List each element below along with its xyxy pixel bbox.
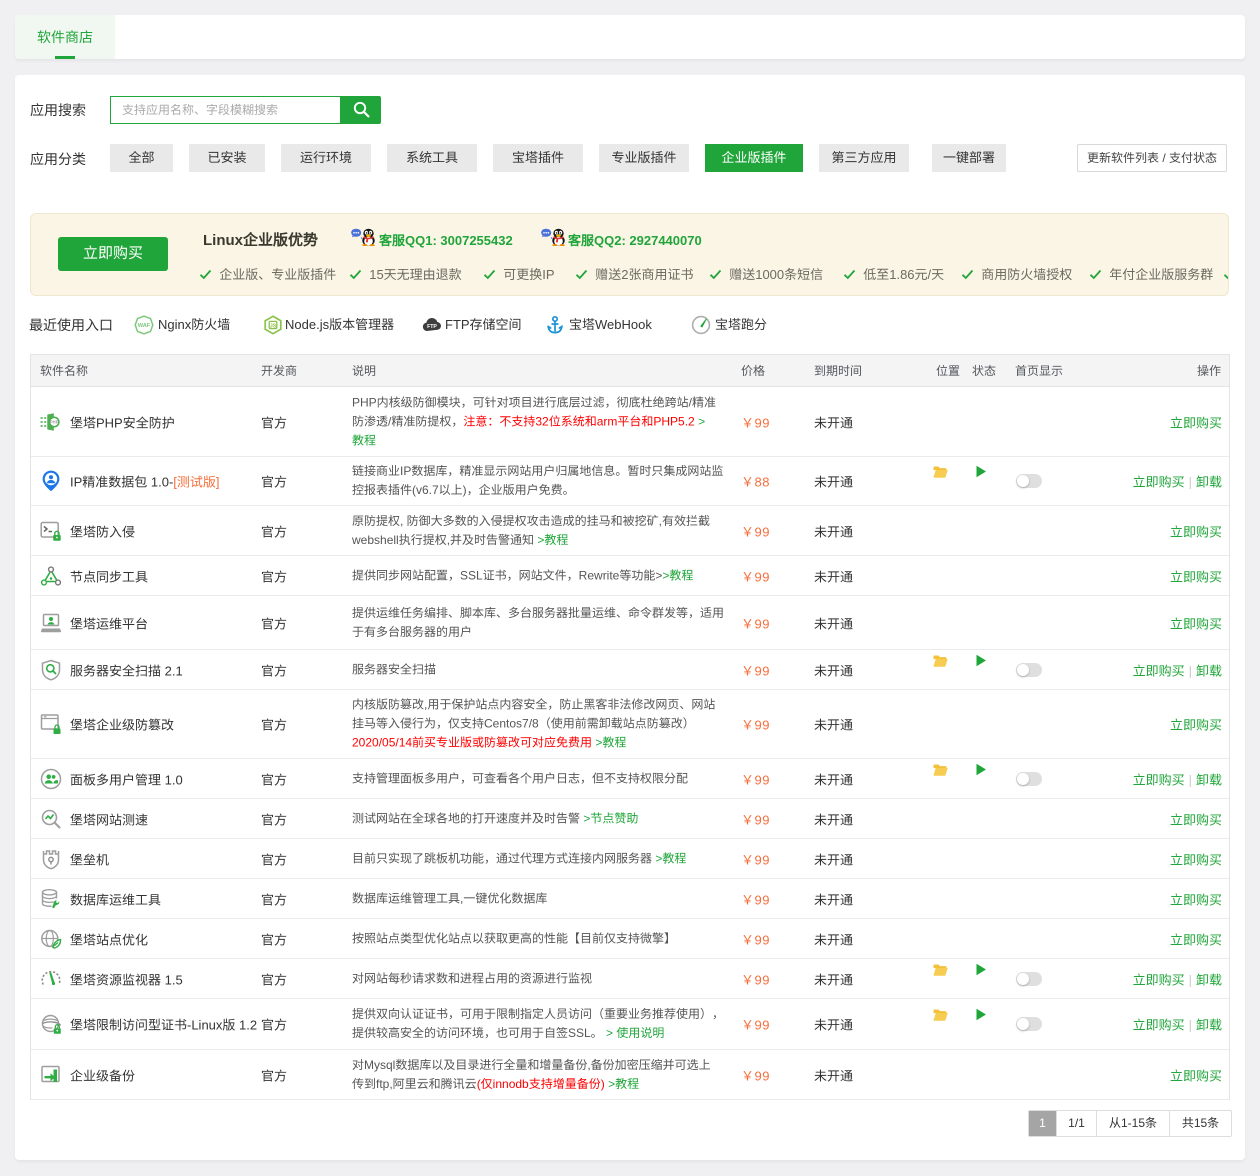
svg-text:JS: JS (270, 323, 277, 329)
svg-text:FTP: FTP (427, 324, 437, 330)
svg-text:WAF: WAF (138, 323, 151, 329)
svg-text:PHP: PHP (50, 419, 59, 424)
